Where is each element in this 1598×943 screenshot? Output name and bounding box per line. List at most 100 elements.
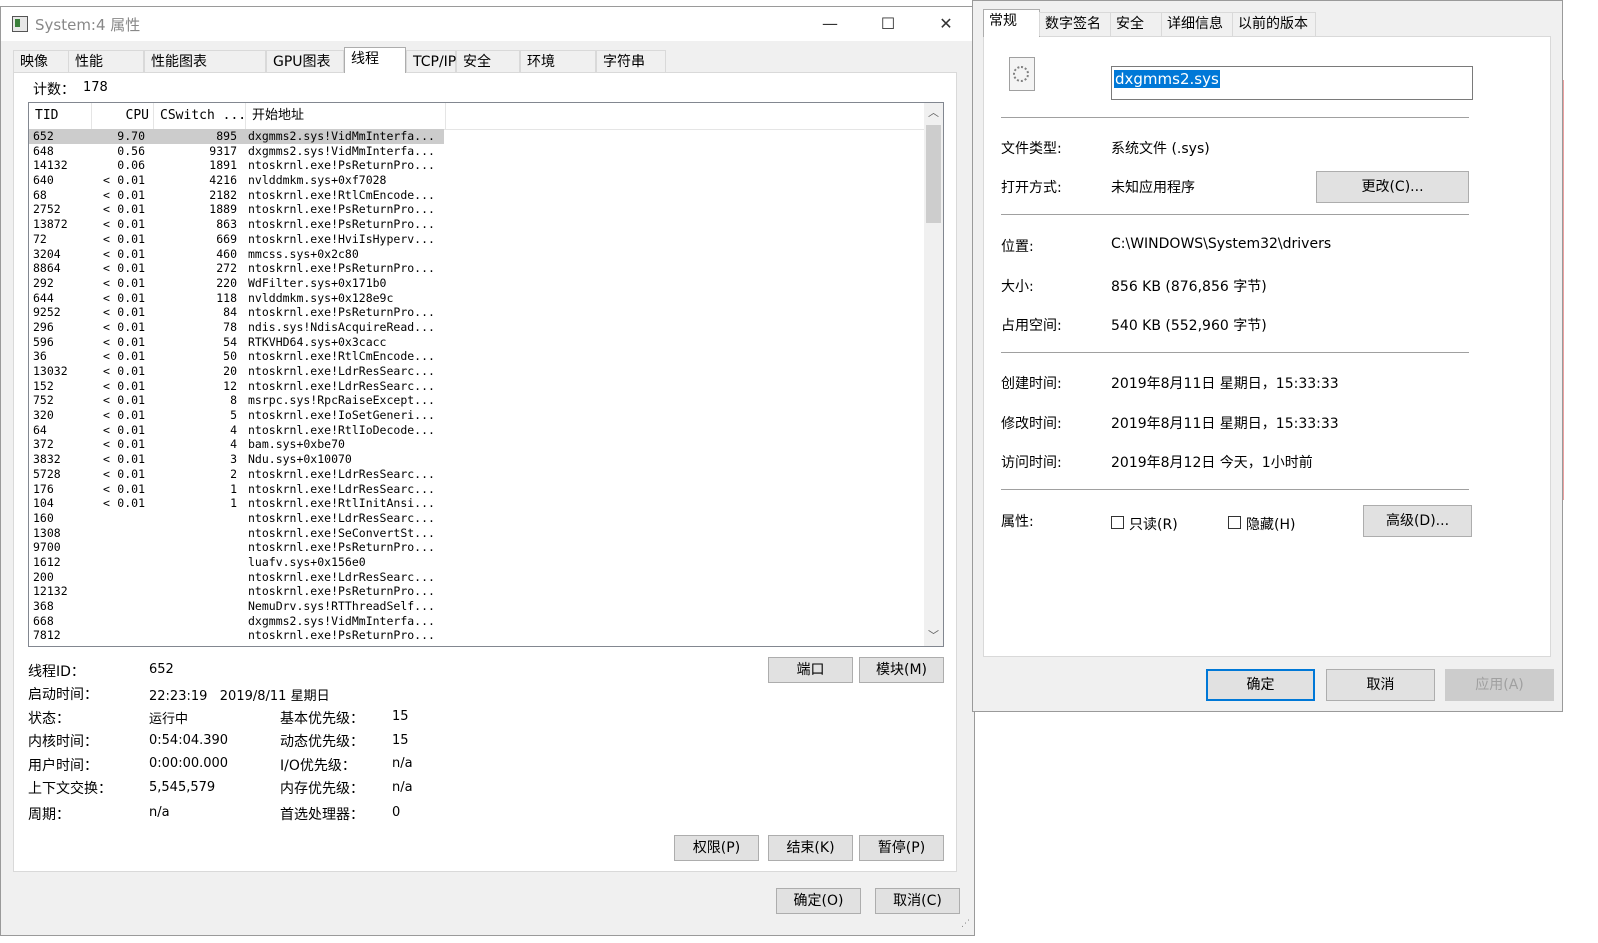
readonly-label[interactable]: 只读(R) (1129, 514, 1178, 534)
change-button[interactable]: 更改(C)... (1316, 171, 1469, 203)
cancel-button[interactable]: 取消 (1326, 669, 1435, 701)
col-header-start-address[interactable]: 开始地址 (246, 103, 446, 129)
cell-tid: 1612 (33, 554, 61, 569)
cell-start-address: ntoskrnl.exe!SeConvertSt... (248, 525, 435, 540)
cell-start-address: ntoskrnl.exe!LdrResSearc... (248, 510, 435, 525)
stack-button[interactable]: 端口 (768, 657, 853, 683)
tab-digital-signatures[interactable]: 数字签名 (1039, 12, 1111, 36)
table-row[interactable]: 320 <0.01 5 ntoskrnl.exe!IoSetGeneri... (29, 408, 924, 423)
tab-details[interactable]: 详细信息 (1161, 12, 1233, 36)
cell-start-address: nvlddmkm.sys+0x128e9c (248, 290, 394, 305)
table-row[interactable]: 648 0.56 9317 dxgmms2.sys!VidMmInterfa... (29, 144, 924, 159)
tab-performance[interactable]: 性能 (68, 50, 144, 72)
tab-threads[interactable]: 线程 (344, 47, 406, 73)
thread-list[interactable]: TID CPU CSwitch ... 开始地址 ˇ 652 9.70 895 dxg… (28, 102, 944, 647)
table-row[interactable]: 9700 ntoskrnl.exe!PsReturnPro... (29, 540, 924, 555)
close-button[interactable]: ✕ (923, 7, 969, 41)
table-row[interactable]: 292 <0.01 220 WdFilter.sys+0x171b0 (29, 276, 924, 291)
cell-less-than: < (103, 422, 110, 437)
table-row[interactable]: 64 <0.01 4 ntoskrnl.exe!RtlIoDecode... (29, 423, 924, 438)
tab-environment[interactable]: 环境 (520, 50, 596, 72)
table-row[interactable]: 2752 <0.01 1889 ntoskrnl.exe!PsReturnPro... (29, 202, 924, 217)
table-row[interactable]: 1612 luafv.sys+0x156e0 (29, 555, 924, 570)
table-row[interactable]: 14132 0.06 1891 ntoskrnl.exe!PsReturnPro... (29, 158, 924, 173)
table-row[interactable]: 596 <0.01 54 RTKVHD64.sys+0x3cacc (29, 335, 924, 350)
table-row[interactable]: 36 <0.01 50 ntoskrnl.exe!RtlCmEncode... (29, 349, 924, 364)
col-header-cswitch[interactable]: CSwitch ... (154, 103, 246, 129)
suspend-button[interactable]: 暂停(P) (859, 835, 944, 861)
resize-grip-icon[interactable]: ⋰ (961, 919, 973, 931)
tab-performance-graph[interactable]: 性能图表 (144, 50, 266, 72)
table-row[interactable]: 72 <0.01 669 ntoskrnl.exe!HviIsHyperv... (29, 232, 924, 247)
cell-less-than: < (103, 173, 110, 188)
module-button[interactable]: 模块(M) (859, 657, 944, 683)
apply-button[interactable]: 应用(A) (1445, 669, 1554, 701)
table-row[interactable]: 368 NemuDrv.sys!RTThreadSelf... (29, 599, 924, 614)
table-row[interactable]: 3832 <0.01 3 Ndu.sys+0x10070 (29, 452, 924, 467)
window-title: System:4 属性 (35, 16, 141, 34)
table-row[interactable]: 104 <0.01 1 ntoskrnl.exe!RtlInitAnsi... (29, 496, 924, 511)
tab-tcpip[interactable]: TCP/IP (406, 50, 456, 72)
cell-cswitch: 3 (230, 452, 237, 467)
table-row[interactable]: 640 <0.01 4216 nvlddmkm.sys+0xf7028 (29, 173, 924, 188)
cell-tid: 9700 (33, 540, 61, 555)
hidden-label[interactable]: 隐藏(H) (1246, 514, 1295, 534)
table-row[interactable]: 752 <0.01 8 msrpc.sys!RpcRaiseExcept... (29, 393, 924, 408)
table-row[interactable]: 68 <0.01 2182 ntoskrnl.exe!RtlCmEncode... (29, 188, 924, 203)
table-row[interactable]: 160 ntoskrnl.exe!LdrResSearc... (29, 511, 924, 526)
cell-start-address: dxgmms2.sys!VidMmInterfa... (248, 129, 435, 143)
advanced-button[interactable]: 高级(D)... (1363, 505, 1472, 537)
table-row[interactable]: 1308 ntoskrnl.exe!SeConvertSt... (29, 526, 924, 541)
table-row[interactable]: 7812 ntoskrnl.exe!PsReturnPro... (29, 628, 924, 643)
table-row[interactable]: 13032 <0.01 20 ntoskrnl.exe!LdrResSearc... (29, 364, 924, 379)
cell-start-address: ntoskrnl.exe!PsReturnPro... (248, 628, 435, 643)
table-row[interactable]: 200 ntoskrnl.exe!LdrResSearc... (29, 570, 924, 585)
table-row[interactable]: 8864 <0.01 272 ntoskrnl.exe!PsReturnPro... (29, 261, 924, 276)
tab-security[interactable]: 安全 (456, 50, 520, 72)
table-row[interactable]: 668 dxgmms2.sys!VidMmInterfa... (29, 614, 924, 629)
tab-image[interactable]: 映像 (13, 50, 75, 72)
scroll-down-icon[interactable]: ﹀ (924, 626, 943, 646)
cell-start-address: dxgmms2.sys!VidMmInterfa... (248, 613, 435, 628)
tab-security[interactable]: 安全 (1110, 12, 1162, 36)
table-row[interactable]: 3204 <0.01 460 mmcss.sys+0x2c80 (29, 247, 924, 262)
cell-tid: 68 (33, 187, 47, 202)
cell-start-address: ntoskrnl.exe!RtlInitAnsi... (248, 496, 435, 511)
table-row[interactable]: 296 <0.01 78 ndis.sys!NdisAcquireRead... (29, 320, 924, 335)
file-name-field[interactable]: dxgmms2.sys (1111, 66, 1473, 100)
tab-previous-versions[interactable]: 以前的版本 (1232, 12, 1316, 36)
table-row[interactable]: 644 <0.01 118 nvlddmkm.sys+0x128e9c (29, 291, 924, 306)
table-row[interactable]: 13872 <0.01 863 ntoskrnl.exe!PsReturnPro... (29, 217, 924, 232)
readonly-checkbox[interactable] (1111, 516, 1124, 529)
tab-strings[interactable]: 字符串 (596, 50, 666, 72)
cancel-button[interactable]: 取消(C) (875, 888, 960, 914)
hidden-checkbox[interactable] (1228, 516, 1241, 529)
col-header-tid[interactable]: TID (29, 103, 92, 129)
permissions-button[interactable]: 权限(P) (674, 835, 759, 861)
tab-general[interactable]: 常规 (983, 9, 1040, 37)
minimize-button[interactable]: — (807, 7, 853, 41)
table-row[interactable]: 12132 ntoskrnl.exe!PsReturnPro... (29, 584, 924, 599)
cell-cpu: 0.01 (117, 378, 145, 393)
ok-button[interactable]: 确定 (1206, 669, 1315, 701)
vertical-scrollbar[interactable]: ︿ ﹀ (924, 103, 943, 646)
tab-gpu-graph[interactable]: GPU图表 (266, 50, 344, 72)
cell-cpu: 9.70 (117, 129, 145, 143)
table-row[interactable]: 652 9.70 895 dxgmms2.sys!VidMmInterfa... (29, 129, 444, 144)
memory-priority-label: 内存优先级： (280, 781, 364, 797)
scroll-thumb[interactable] (926, 125, 941, 223)
table-row[interactable]: 9252 <0.01 84 ntoskrnl.exe!PsReturnPro... (29, 305, 924, 320)
ok-button[interactable]: 确定(O) (776, 888, 861, 914)
maximize-button[interactable]: ☐ (865, 7, 911, 41)
scroll-up-icon[interactable]: ︿ (924, 103, 943, 123)
divider (1001, 489, 1469, 490)
table-row[interactable]: 5728 <0.01 2 ntoskrnl.exe!LdrResSearc... (29, 467, 924, 482)
cell-tid: 13032 (33, 364, 68, 378)
table-row[interactable]: 176 <0.01 1 ntoskrnl.exe!LdrResSearc... (29, 482, 924, 497)
table-row[interactable]: 152 <0.01 12 ntoskrnl.exe!LdrResSearc... (29, 379, 924, 394)
kill-button[interactable]: 结束(K) (768, 835, 853, 861)
table-row[interactable]: 372 <0.01 4 bam.sys+0xbe70 (29, 437, 924, 452)
user-time-label: 用户时间： (28, 758, 98, 774)
cell-cpu: 0.01 (117, 481, 145, 496)
io-priority-label: I/O优先级： (280, 758, 356, 774)
